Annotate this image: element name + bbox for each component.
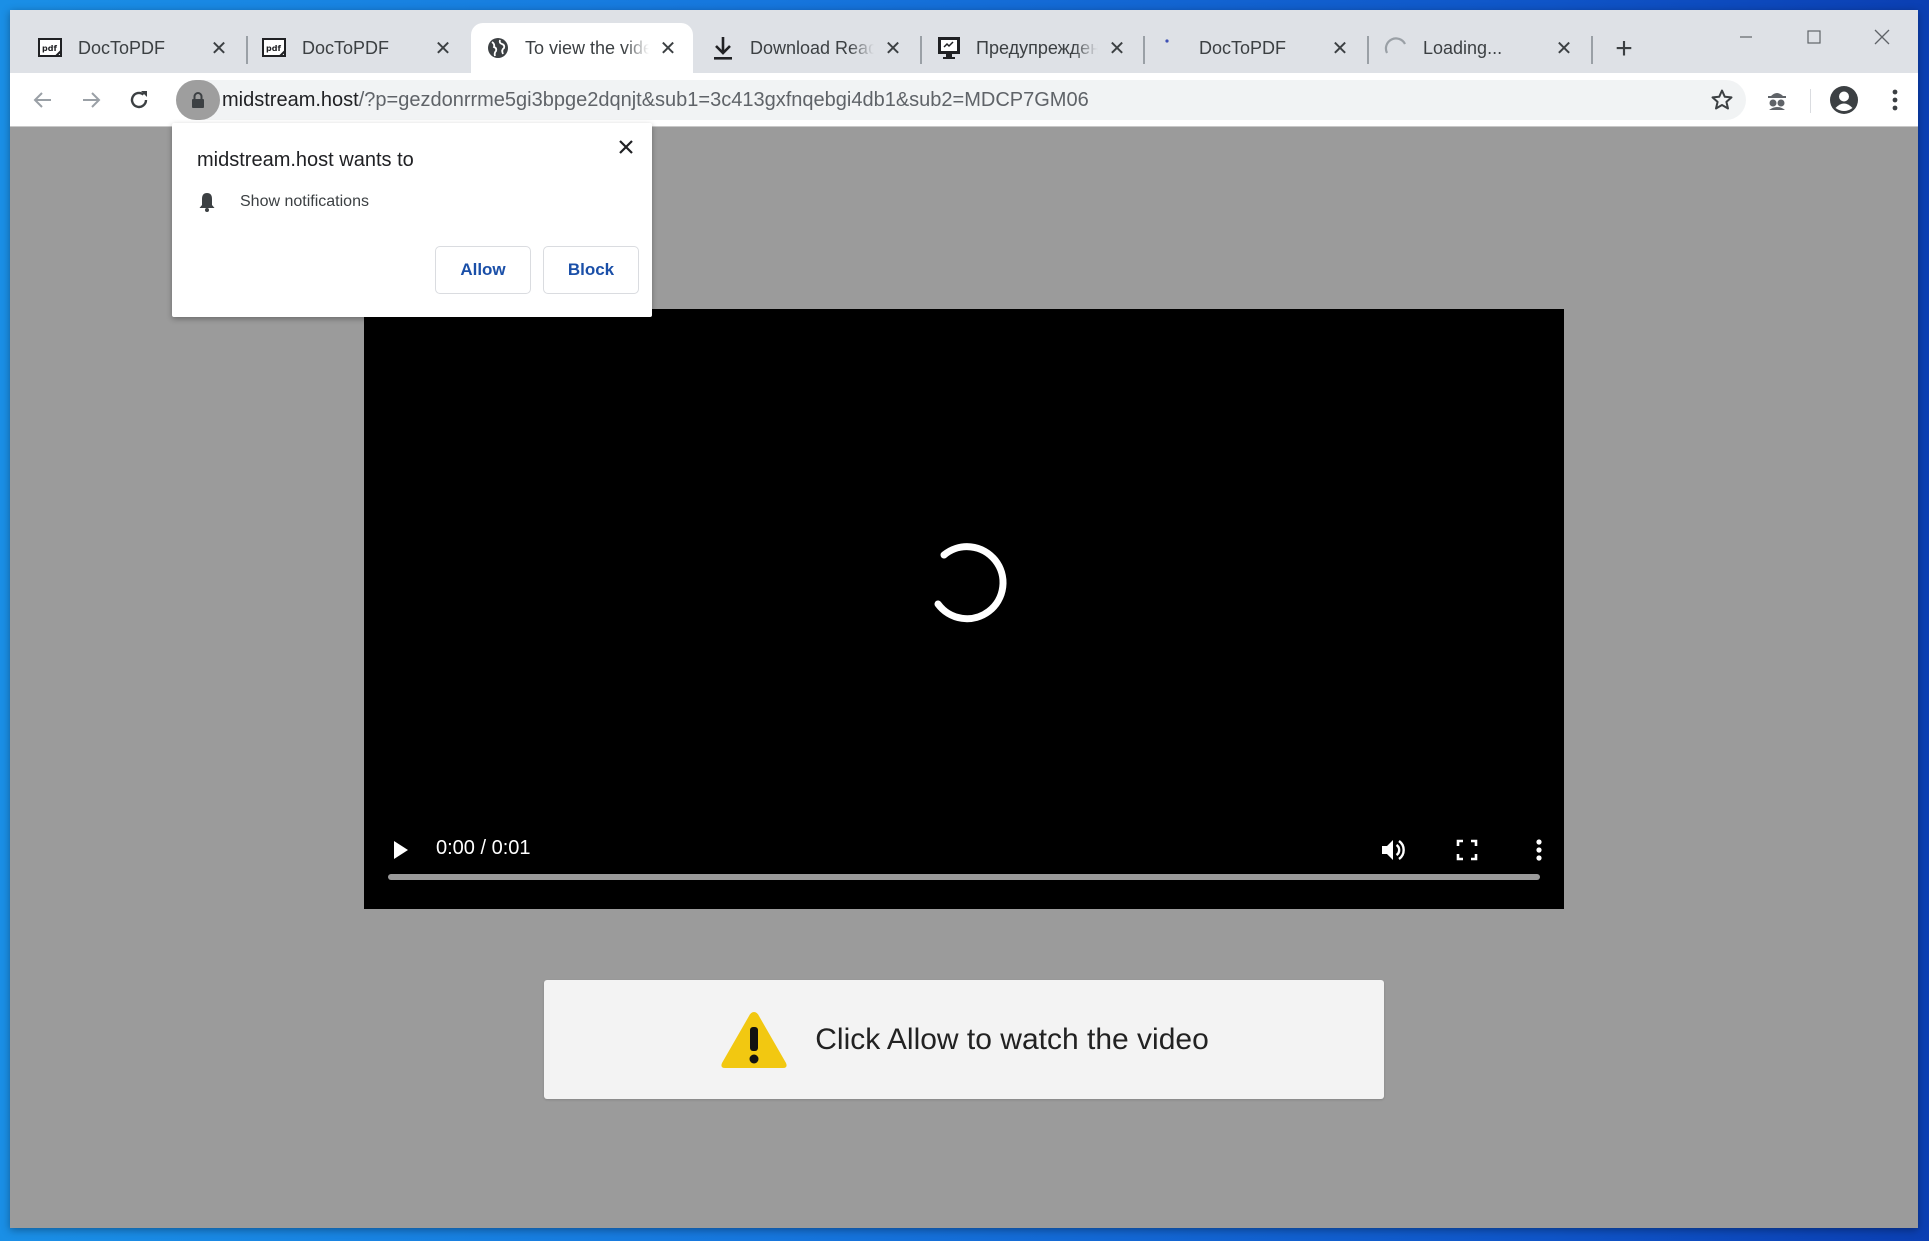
back-button[interactable] <box>26 83 60 117</box>
warning-icon <box>721 1011 787 1068</box>
address-bar[interactable]: midstream.host/?p=gezdonrrme5gi3bpge2dqn… <box>176 80 1746 120</box>
video-seek-bar[interactable] <box>388 874 1540 880</box>
kebab-menu-icon <box>1892 89 1898 111</box>
tab-separator <box>1591 36 1593 64</box>
profile-button[interactable] <box>1829 85 1859 115</box>
spinner-icon <box>1383 35 1409 61</box>
menu-button[interactable] <box>1880 85 1910 115</box>
url-host: midstream.host <box>222 88 359 111</box>
tab-title: DocToPDF <box>1199 37 1287 58</box>
bookmark-star-button[interactable] <box>1710 88 1734 112</box>
play-button[interactable] <box>388 835 412 865</box>
star-icon <box>1711 89 1733 110</box>
toolbar: midstream.host/?p=gezdonrrme5gi3bpge2dqn… <box>10 73 1918 127</box>
tab-loading[interactable]: Loading... ✕ <box>1369 23 1589 73</box>
tab-close-icon[interactable]: ✕ <box>1553 37 1575 60</box>
tab-title: To view the video <box>525 37 649 58</box>
download-icon <box>710 35 736 61</box>
permission-row: Show notifications <box>196 191 369 213</box>
url-path: /?p=gezdonrrme5gi3bpge2dqnjt&sub1=3c413g… <box>358 88 1089 111</box>
tab-title: Loading... <box>1423 37 1503 58</box>
video-timecode: 0:00 / 0:01 <box>436 837 531 859</box>
bell-icon <box>199 193 215 212</box>
tab-title: Предупреждение <box>976 37 1098 58</box>
tab-strip: pdf DocToPDF ✕ pdf DocToPDF ✕ To view th… <box>10 10 1918 73</box>
notification-permission-dialog: midstream.host wants to Show notificatio… <box>172 123 652 317</box>
reload-button[interactable] <box>122 83 156 117</box>
pdf-icon: pdf <box>38 35 64 61</box>
tab-warning-ru[interactable]: Предупреждение ✕ <box>922 23 1142 73</box>
site-info-button[interactable] <box>176 80 220 120</box>
loading-spinner-icon <box>934 543 1007 623</box>
tab-doctopdf-3[interactable]: DocToPDF ✕ <box>1145 23 1365 73</box>
url-text[interactable]: midstream.host/?p=gezdonrrme5gi3bpge2dqn… <box>222 89 1089 112</box>
tab-title: DocToPDF <box>78 37 166 58</box>
pdf-icon: pdf <box>262 35 288 61</box>
dialog-close-button[interactable] <box>614 135 638 159</box>
tab-close-icon[interactable]: ✕ <box>657 37 679 60</box>
tab-to-view-the-video[interactable]: To view the video ✕ <box>471 23 693 73</box>
video-more-options-button[interactable] <box>1524 835 1554 865</box>
tab-doctopdf-1[interactable]: pdf DocToPDF ✕ <box>24 23 244 73</box>
allow-instruction-banner: Click Allow to watch the video <box>544 980 1384 1099</box>
tab-download-ready[interactable]: Download Ready ✕ <box>696 23 918 73</box>
forward-button[interactable] <box>74 83 108 117</box>
arrow-left-icon <box>33 92 51 108</box>
tab-close-icon[interactable]: ✕ <box>882 37 904 60</box>
volume-button[interactable] <box>1378 835 1408 865</box>
tab-title: Download Ready <box>750 37 874 58</box>
tab-title: DocToPDF <box>302 37 390 58</box>
svg-text:pdf: pdf <box>266 44 281 53</box>
account-icon <box>1830 86 1858 114</box>
tab-close-icon[interactable]: ✕ <box>1329 37 1351 60</box>
allow-button[interactable]: Allow <box>435 246 531 294</box>
block-button[interactable]: Block <box>543 246 639 294</box>
minimize-icon <box>1740 36 1752 38</box>
globe-icon <box>485 35 511 61</box>
extension-spy-icon <box>1768 93 1786 110</box>
tab-close-icon[interactable]: ✕ <box>208 37 230 60</box>
svg-text:pdf: pdf <box>42 44 57 53</box>
maximize-button[interactable] <box>1794 22 1834 52</box>
close-window-button[interactable] <box>1862 22 1902 52</box>
video-controls: 0:00 / 0:01 <box>364 819 1564 909</box>
fullscreen-button[interactable] <box>1452 835 1482 865</box>
maximize-icon <box>1807 30 1821 44</box>
permission-title: midstream.host wants to <box>197 149 414 171</box>
dot-loading-icon <box>1159 35 1185 61</box>
lock-icon <box>192 92 204 108</box>
minimize-button[interactable] <box>1726 22 1766 52</box>
toolbar-separator <box>1810 89 1811 113</box>
close-icon <box>619 140 633 154</box>
tab-close-icon[interactable]: ✕ <box>1106 37 1128 60</box>
plus-icon: + <box>1615 32 1633 65</box>
close-icon <box>1874 29 1890 45</box>
arrow-right-icon <box>83 92 101 108</box>
tab-doctopdf-2[interactable]: pdf DocToPDF ✕ <box>248 23 468 73</box>
incognito-extension-button[interactable] <box>1762 85 1792 115</box>
new-tab-button[interactable]: + <box>1607 32 1641 66</box>
monitor-icon <box>936 35 962 61</box>
warning-text: Click Allow to watch the video <box>815 1022 1209 1056</box>
tab-close-icon[interactable]: ✕ <box>432 37 454 60</box>
permission-text: Show notifications <box>240 193 369 210</box>
browser-window: pdf DocToPDF ✕ pdf DocToPDF ✕ To view th… <box>10 10 1918 1228</box>
video-player[interactable]: 0:00 / 0:01 <box>364 309 1564 909</box>
reload-icon <box>130 91 148 109</box>
